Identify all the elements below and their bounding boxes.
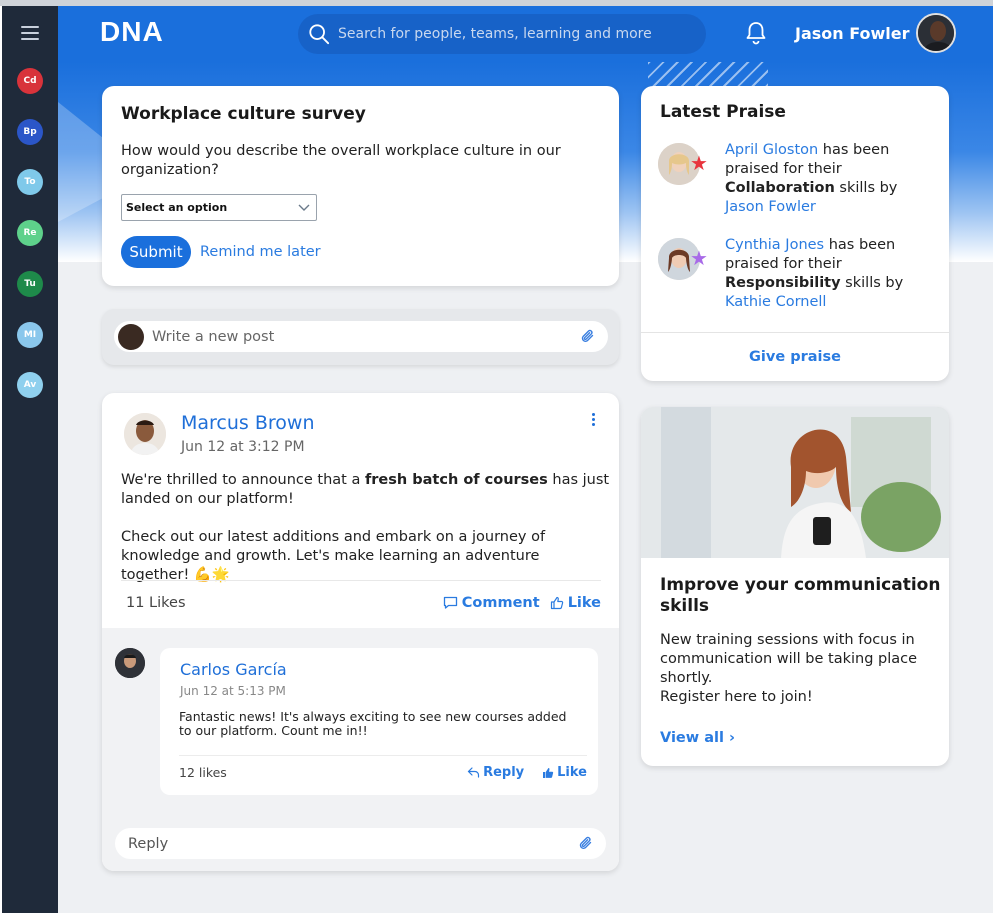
attach-icon[interactable] bbox=[578, 835, 594, 851]
promo-title: Improve your communication skills bbox=[660, 575, 941, 616]
composer-field[interactable] bbox=[114, 321, 608, 352]
thumbs-up-filled-icon bbox=[543, 767, 554, 778]
attach-icon[interactable] bbox=[580, 328, 596, 344]
survey-select-value: Select an option bbox=[126, 201, 228, 214]
survey-title: Workplace culture survey bbox=[121, 104, 366, 124]
comment-reply-button[interactable]: Reply bbox=[467, 765, 524, 780]
sidebar-team-mi[interactable]: MI bbox=[17, 322, 43, 348]
sidebar-team-av[interactable]: Av bbox=[17, 372, 43, 398]
praise-text: skills by bbox=[840, 275, 904, 291]
comment-like-label: Like bbox=[557, 765, 587, 780]
composer-avatar bbox=[118, 323, 144, 350]
post-likes-count: 11 Likes bbox=[126, 594, 186, 611]
more-options-icon[interactable] bbox=[589, 413, 597, 429]
promo-image bbox=[641, 407, 949, 558]
hero-stripes bbox=[648, 62, 768, 86]
thumbs-up-icon bbox=[550, 596, 563, 609]
star-icon: ★ bbox=[690, 151, 708, 175]
post-text-intro: We're thrilled to announce that a bbox=[121, 472, 365, 488]
comment-icon bbox=[443, 596, 457, 609]
remind-later-link[interactable]: Remind me later bbox=[200, 244, 321, 260]
training-promo-card: Improve your communication skills New tr… bbox=[641, 407, 949, 766]
give-praise-button[interactable]: Give praise bbox=[749, 349, 841, 365]
post-date: Jun 12 at 3:12 PM bbox=[181, 439, 305, 455]
praise-text: skills by bbox=[834, 180, 898, 196]
comment-date: Jun 12 at 5:13 PM bbox=[180, 684, 286, 698]
menu-icon[interactable] bbox=[21, 26, 39, 40]
survey-question: How would you describe the overall workp… bbox=[121, 143, 561, 178]
sidebar-team-to[interactable]: To bbox=[17, 169, 43, 195]
star-icon: ★ bbox=[690, 246, 708, 270]
like-label: Like bbox=[567, 594, 601, 611]
promo-body-text: New training sessions with focus in comm… bbox=[660, 632, 918, 686]
search-input[interactable] bbox=[338, 26, 698, 42]
comment-footer: 12 likes Reply Like bbox=[179, 755, 587, 789]
comment-section: Carlos García Jun 12 at 5:13 PM Fantasti… bbox=[102, 628, 619, 871]
reply-input[interactable] bbox=[128, 835, 548, 852]
comment-label: Comment bbox=[461, 594, 540, 611]
reply-icon bbox=[467, 767, 480, 778]
view-all-label: View all bbox=[660, 730, 724, 746]
post-author-name[interactable]: Marcus Brown bbox=[181, 412, 315, 434]
new-post-input[interactable] bbox=[152, 328, 572, 345]
post-text-bold: fresh batch of courses bbox=[364, 472, 548, 488]
user-avatar[interactable] bbox=[916, 13, 956, 53]
search-bar[interactable] bbox=[298, 14, 706, 54]
praise-footer: Give praise bbox=[641, 332, 949, 381]
sidebar-team-tu[interactable]: Tu bbox=[17, 271, 43, 297]
survey-select[interactable]: Select an option bbox=[121, 194, 317, 221]
post-footer: 11 Likes Comment Like bbox=[121, 580, 601, 624]
top-bar: DNA Jason Fowler bbox=[58, 6, 993, 62]
sidebar: Cd Bp To Re Tu MI Av bbox=[2, 6, 58, 913]
praised-person-link[interactable]: April Gloston bbox=[725, 142, 818, 158]
praise-title: Latest Praise bbox=[660, 102, 786, 122]
user-name[interactable]: Jason Fowler bbox=[795, 24, 910, 43]
comment-like-button[interactable]: Like bbox=[542, 765, 587, 780]
bell-icon[interactable] bbox=[744, 20, 768, 46]
comment-author-name[interactable]: Carlos García bbox=[180, 660, 287, 679]
post-card: Marcus Brown Jun 12 at 3:12 PM We're thr… bbox=[102, 393, 619, 871]
view-all-link[interactable]: View all › bbox=[660, 730, 735, 746]
praised-person-link[interactable]: Cynthia Jones bbox=[725, 237, 824, 253]
sidebar-team-bp[interactable]: Bp bbox=[17, 119, 43, 145]
search-icon bbox=[309, 24, 330, 45]
comment-reply-label: Reply bbox=[483, 765, 525, 780]
comment-text: Fantastic news! It's always exciting to … bbox=[179, 709, 567, 738]
app-logo[interactable]: DNA bbox=[100, 16, 164, 48]
promo-body: New training sessions with focus in comm… bbox=[660, 631, 930, 707]
comment-card: Carlos García Jun 12 at 5:13 PM Fantasti… bbox=[160, 648, 598, 795]
sidebar-team-cd[interactable]: Cd bbox=[17, 68, 43, 94]
survey-card: Workplace culture survey How would you d… bbox=[102, 86, 619, 286]
post-composer bbox=[102, 309, 619, 365]
submit-button[interactable]: Submit bbox=[121, 236, 191, 268]
comment-author-avatar[interactable] bbox=[115, 648, 145, 678]
chevron-right-icon: › bbox=[729, 730, 735, 746]
sidebar-team-re[interactable]: Re bbox=[17, 220, 43, 246]
promo-body-cta: Register here to join! bbox=[660, 689, 813, 705]
latest-praise-card: Latest Praise ★ April Gloston has been p… bbox=[641, 86, 949, 381]
reply-field[interactable] bbox=[115, 828, 606, 859]
comment-button[interactable]: Comment bbox=[443, 595, 540, 611]
comment-likes-count: 12 likes bbox=[179, 765, 227, 780]
post-text-p2: Check out our latest additions and embar… bbox=[121, 529, 546, 583]
chevron-down-icon bbox=[298, 204, 310, 211]
post-author-avatar[interactable] bbox=[124, 413, 166, 455]
like-button[interactable]: Like bbox=[550, 595, 601, 611]
praise-skill: Responsibility bbox=[725, 275, 841, 291]
praise-skill: Collaboration bbox=[725, 180, 835, 196]
praiser-link[interactable]: Kathie Cornell bbox=[725, 294, 826, 310]
praiser-link[interactable]: Jason Fowler bbox=[725, 199, 816, 215]
